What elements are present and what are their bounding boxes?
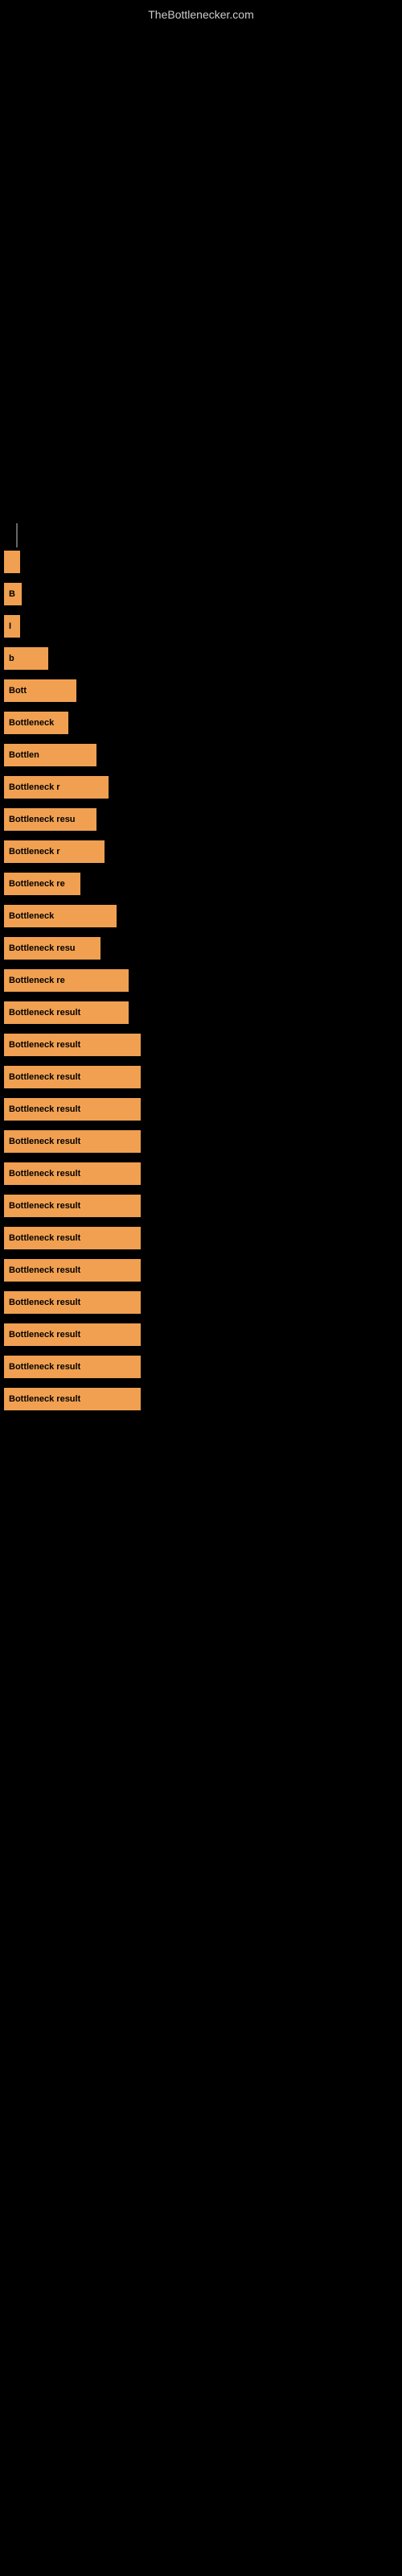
bar-item: Bottleneck r (4, 776, 109, 799)
bar-label: Bottleneck (9, 718, 54, 728)
bar-row: Bottleneck result (0, 1320, 402, 1349)
bar-item: Bottleneck result (4, 1227, 141, 1249)
bar-label: Bottleneck result (9, 1233, 80, 1243)
bar-row: Bottleneck result (0, 1095, 402, 1124)
bar-item: Bottleneck re (4, 873, 80, 895)
bar-label: Bottleneck result (9, 1362, 80, 1372)
bar-label: Bottleneck result (9, 1265, 80, 1275)
bar-item: b (4, 647, 48, 670)
bar-row: Bottleneck r (0, 837, 402, 866)
bar-label: Bottleneck result (9, 1298, 80, 1307)
bar-label: b (9, 654, 14, 663)
bar-label: Bottleneck result (9, 1040, 80, 1050)
bar-label: Bottleneck resu (9, 815, 76, 824)
bar-item: Bottleneck result (4, 1356, 141, 1378)
bar-row: Bottleneck result (0, 1063, 402, 1092)
bar-item: Bottleneck result (4, 1323, 141, 1346)
bar-item: Bottleneck result (4, 1388, 141, 1410)
bar-item: Bottleneck result (4, 1195, 141, 1217)
bar-row: I (0, 612, 402, 641)
bar-row: Bottleneck result (0, 1191, 402, 1220)
bar-item: Bottleneck (4, 712, 68, 734)
bar-label: Bott (9, 686, 27, 696)
site-title-text: TheBottlenecker.com (0, 0, 402, 27)
bar-row: Bottleneck result (0, 1159, 402, 1188)
bar-row: B (0, 580, 402, 609)
bar-label: Bottleneck result (9, 1394, 80, 1404)
bar-label: Bottleneck re (9, 879, 65, 889)
bar-item: I (4, 615, 20, 638)
bar-item: Bottleneck result (4, 1001, 129, 1024)
bar-label: Bottleneck result (9, 1008, 80, 1018)
vertical-line (16, 523, 18, 547)
bar-item: Bottleneck resu (4, 808, 96, 831)
bar-label: Bottleneck r (9, 847, 60, 857)
bar-item: Bott (4, 679, 76, 702)
bar-row: Bott (0, 676, 402, 705)
bar-item: Bottleneck result (4, 1162, 141, 1185)
bar-row: Bottleneck result (0, 1030, 402, 1059)
bar-row: Bottleneck result (0, 1288, 402, 1317)
bar-row: Bottleneck resu (0, 805, 402, 834)
bars-container: B Ib Bott Bottleneck Bottlen Bottleneck r Bott… (0, 547, 402, 1417)
bar-label: Bottleneck re (9, 976, 65, 985)
bar-label: Bottleneck result (9, 1072, 80, 1082)
bar-item (4, 551, 20, 573)
bar-row: Bottleneck result (0, 1385, 402, 1414)
bar-label: I (9, 621, 11, 631)
bar-row: Bottlen (0, 741, 402, 770)
bar-row: Bottleneck result (0, 1224, 402, 1253)
bar-row: Bottleneck re (0, 869, 402, 898)
bar-label: Bottleneck resu (9, 943, 76, 953)
bar-label: Bottleneck result (9, 1201, 80, 1211)
bar-row: Bottleneck (0, 902, 402, 931)
bar-item: Bottleneck result (4, 1066, 141, 1088)
bar-row: Bottleneck resu (0, 934, 402, 963)
bar-label: Bottleneck r (9, 782, 60, 792)
bar-row: Bottleneck (0, 708, 402, 737)
bar-label: Bottleneck result (9, 1169, 80, 1179)
bar-row: Bottleneck result (0, 998, 402, 1027)
bar-item: Bottleneck result (4, 1291, 141, 1314)
bar-label: Bottleneck result (9, 1137, 80, 1146)
bar-item: Bottleneck re (4, 969, 129, 992)
bar-item: Bottleneck result (4, 1034, 141, 1056)
bar-row: b (0, 644, 402, 673)
bar-row: Bottleneck result (0, 1352, 402, 1381)
bar-item: Bottleneck result (4, 1259, 141, 1282)
bar-item: B (4, 583, 22, 605)
bar-item: Bottleneck r (4, 840, 105, 863)
bar-label: Bottleneck result (9, 1330, 80, 1340)
chart-area (0, 27, 402, 510)
bar-item: Bottlen (4, 744, 96, 766)
bar-row (0, 547, 402, 576)
bar-item: Bottleneck result (4, 1098, 141, 1121)
bar-label: B (9, 589, 15, 599)
bar-row: Bottleneck re (0, 966, 402, 995)
bar-item: Bottleneck result (4, 1130, 141, 1153)
bar-item: Bottleneck resu (4, 937, 100, 960)
bar-row: Bottleneck result (0, 1256, 402, 1285)
bar-label: Bottleneck result (9, 1104, 80, 1114)
bar-row: Bottleneck result (0, 1127, 402, 1156)
bar-label: Bottlen (9, 750, 39, 760)
bar-item: Bottleneck (4, 905, 117, 927)
bar-row: Bottleneck r (0, 773, 402, 802)
bar-label: Bottleneck (9, 911, 54, 921)
